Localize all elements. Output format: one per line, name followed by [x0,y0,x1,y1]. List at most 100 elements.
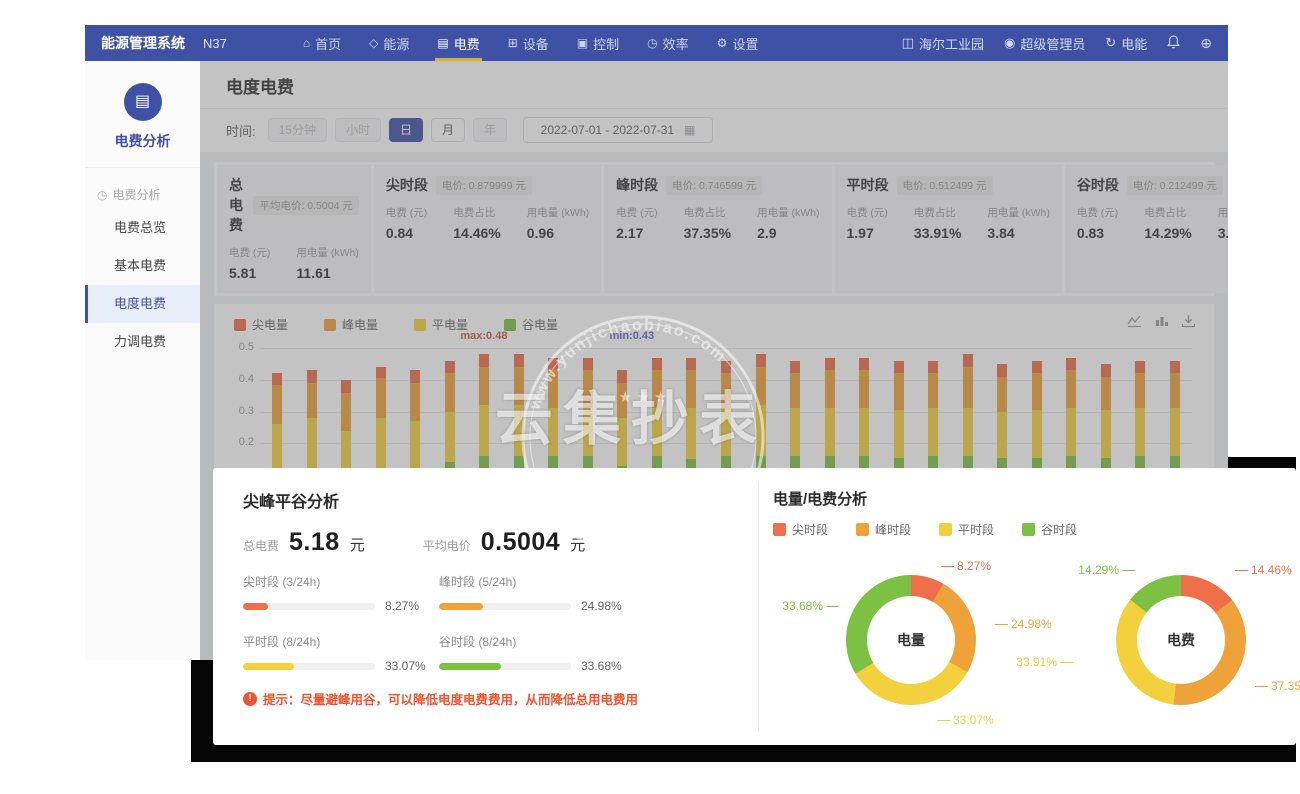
donut-legend: 尖时段 峰时段 平时段 谷时段 [773,521,1296,538]
bar-segment-尖电量 [307,370,317,383]
legend-swatch [324,319,336,331]
sidebar-item-基本电费[interactable]: 基本电费 [85,247,200,285]
bar-segment-峰电量 [514,367,524,405]
granularity-button-15分钟: 15分钟 [268,118,327,142]
donut-legend-item-平时段[interactable]: 平时段 [939,521,994,538]
nav-right-电能[interactable]: ↻电能 [1105,34,1147,53]
granularity-button-日[interactable]: 日 [389,118,423,142]
bar-segment-峰电量 [963,367,973,408]
y-axis-tick: 0.3 [220,405,254,417]
donut-slice-label-平时段: 33.07% [934,713,994,727]
total-fee-unit: 元 [350,534,365,555]
donut-legend-item-尖时段[interactable]: 尖时段 [773,521,828,538]
progress-label: 峰时段 (5/24h) [439,573,669,590]
donut-slice-label-谷时段: 33.68% [782,599,842,613]
stat-card-总电费: 总电费平均电价: 0.5004 元电费 (元)5.81用电量 (kWh)11.6… [217,165,371,293]
progress-percent: 24.98% [581,599,622,613]
stat-column-value: 2.17 [616,225,657,241]
alert-circle-icon: ! [243,692,257,706]
granularity-button-年: 年 [473,118,507,142]
total-fee-group: 总电费 5.18 元 [243,528,365,557]
nav-item-电费[interactable]: ▤电费 [423,25,493,61]
stat-column-label: 用电量 (kWh) [1218,205,1228,220]
bar-segment-尖电量 [410,370,420,383]
label-leader-line [826,606,839,607]
donut-slice-label-平时段: 33.91% [1016,655,1076,669]
legend-swatch [1022,523,1035,536]
nav-right-海尔工业园[interactable]: ◫海尔工业园 [902,34,984,53]
stat-column: 电费占比33.91% [914,205,961,241]
nav-item-设置[interactable]: ⚙设置 [703,25,773,61]
device-grid-icon: ⊞ [508,36,518,50]
progress-fill [243,603,268,610]
stat-card-price-badge: 电价: 0.746599 元 [666,176,762,195]
bar-segment-峰电量 [859,370,869,408]
legend-swatch [773,523,786,536]
nav-right-label: 海尔工业园 [919,34,984,53]
nav-item-label: 设备 [523,34,549,53]
progress-label: 尖时段 (3/24h) [243,573,439,590]
sidebar-group: ◷ 电费分析 [85,168,200,209]
progress-bar-row: 8.27% [243,599,439,613]
stat-column-value: 14.46% [453,225,500,241]
sidebar-item-电费总览[interactable]: 电费总览 [85,209,200,247]
bar-segment-尖电量 [894,361,904,374]
tip-row: ! 提示：尽量避峰用谷，可以降低电度电费费用，从而降低总用电费用 [243,689,758,708]
stat-column-value: 2.9 [757,225,819,241]
y-axis-tick: 0.5 [220,341,254,353]
stat-card-columns: 电费 (元)1.97电费占比33.91%用电量 (kWh)3.84 [847,205,1050,241]
bar-segment-尖电量 [790,361,800,374]
nav-item-设备[interactable]: ⊞ 设备 [494,25,563,61]
legend-item-峰电量[interactable]: 峰电量 [324,316,378,333]
stat-card-尖时段: 尖时段电价: 0.879999 元电费 (元)0.84电费占比14.46%用电量… [374,165,601,293]
nav-item-控制[interactable]: ▣控制 [563,25,633,61]
progress-track [243,663,375,670]
bar-chart-icon[interactable] [1154,314,1169,328]
bar-segment-峰电量 [1135,373,1145,408]
efficiency-clock-icon: ◷ [647,36,657,50]
bar-segment-峰电量 [583,370,593,408]
time-filter-row: 时间: 15分钟小时日月年 2022-07-01 - 2022-07-31 ▦ [200,109,1228,152]
bar-segment-峰电量 [617,383,627,418]
date-range-input[interactable]: 2022-07-01 - 2022-07-31 ▦ [523,117,713,143]
stat-column: 用电量 (kWh)0.96 [527,205,589,241]
home-icon: ⌂ [303,36,310,50]
calendar-icon: ▦ [684,123,695,137]
electric-fee-icon: ▤ [437,36,448,50]
min-annotation: min:0.43 [610,330,655,342]
nav-item-label: 效率 [663,34,689,53]
legend-label: 平时段 [958,521,994,538]
nav-item-能源[interactable]: ◇能源 [355,25,423,61]
sidebar-item-力调电费[interactable]: 力调电费 [85,323,200,361]
progress-track [243,603,375,610]
total-fee-label: 总电费 [243,537,279,554]
legend-swatch [504,319,516,331]
bar-segment-平电量 [307,418,317,472]
line-chart-icon[interactable] [1127,314,1142,328]
label-leader-line [1060,662,1073,663]
download-icon[interactable] [1181,314,1196,328]
control-icon: ▣ [577,36,588,50]
nav-right-超级管理员[interactable]: ◉超级管理员 [1004,34,1085,53]
granularity-button-月[interactable]: 月 [431,118,465,142]
legend-item-谷电量[interactable]: 谷电量 [504,316,558,333]
stat-column: 电费 (元)0.83 [1077,205,1118,241]
panel-title: 电量/电费分析 [773,488,1296,509]
donut-legend-item-谷时段[interactable]: 谷时段 [1022,521,1077,538]
bar-segment-峰电量 [1170,373,1180,408]
label-leader-line [937,720,950,721]
donut-legend-item-峰时段[interactable]: 峰时段 [856,521,911,538]
nav-item-效率[interactable]: ◷ 效率 [633,25,703,61]
legend-item-尖电量[interactable]: 尖电量 [234,316,288,333]
energy-icon: ◇ [369,36,378,50]
bar-segment-尖电量 [686,358,696,371]
legend-label: 尖电量 [252,316,288,333]
sidebar-item-电度电费[interactable]: 电度电费 [85,285,200,323]
bar-segment-平电量 [756,405,766,456]
nav-item-首页[interactable]: ⌂首页 [289,25,355,61]
bar-segment-平电量 [997,412,1007,458]
nav-item-label: 设置 [732,34,758,53]
legend-label: 谷电量 [522,316,558,333]
bell-icon[interactable] [1167,35,1180,51]
globe-icon[interactable]: ⊕ [1200,36,1212,50]
